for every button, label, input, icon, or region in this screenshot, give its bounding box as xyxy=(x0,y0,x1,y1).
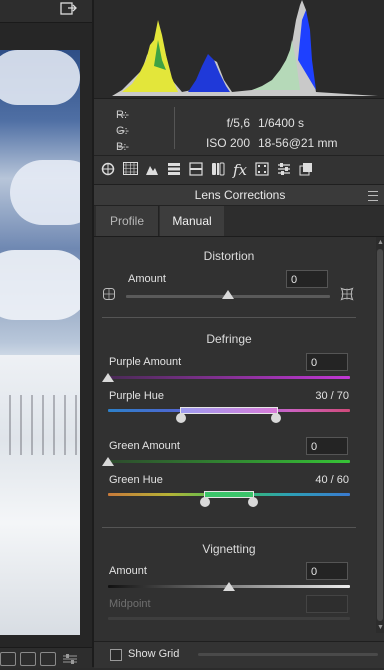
panel-toolbar: fx xyxy=(94,156,384,185)
panel-menu-icon[interactable] xyxy=(368,191,378,201)
green-hue-label: Green Hue xyxy=(109,474,163,486)
green-hue-thumb-left[interactable] xyxy=(200,497,210,507)
purple-amount-input[interactable]: 0 xyxy=(306,353,348,371)
scroll-down-icon[interactable]: ▼ xyxy=(377,624,384,631)
green-hue-thumb-right[interactable] xyxy=(248,497,258,507)
preview-top-bar xyxy=(0,0,92,23)
tone-curve-icon[interactable] xyxy=(122,162,138,178)
green-amount-track[interactable] xyxy=(108,460,350,463)
purple-hue-thumb-left[interactable] xyxy=(176,413,186,423)
camera-raw-panel: R: --- G: --- B: --- f/5,6 1/6400 s ISO 200 1… xyxy=(92,0,384,668)
manual-content: Distortion Amount 0 Defringe Purple Amou… xyxy=(94,237,374,637)
purple-amount-label: Purple Amount xyxy=(109,356,182,368)
aperture: f/5,6 xyxy=(226,116,250,130)
presets-icon[interactable] xyxy=(276,162,292,178)
purple-hue-thumb-right[interactable] xyxy=(271,413,281,423)
midpoint-label: Midpoint xyxy=(109,598,151,610)
shutter-speed: 1/6400 s xyxy=(258,116,305,130)
crop-icon[interactable] xyxy=(0,652,16,666)
show-grid-label: Show Grid xyxy=(128,648,180,660)
tab-bar: Profile Manual xyxy=(94,206,384,237)
purple-hue-range xyxy=(180,407,278,414)
purple-hue-label: Purple Hue xyxy=(109,390,165,402)
panel-scrollbar[interactable]: ▲ ▼ xyxy=(376,237,384,633)
purple-amount-track[interactable] xyxy=(108,376,350,379)
preview-bottom-bar xyxy=(0,647,92,668)
panel-title: Lens Corrections xyxy=(94,185,384,206)
green-hue-value: 40 / 60 xyxy=(315,474,349,486)
swap-icon[interactable] xyxy=(40,652,56,666)
iso: ISO 200 xyxy=(205,136,250,150)
distortion-amount-thumb[interactable] xyxy=(222,290,234,299)
snapshots-icon[interactable] xyxy=(298,162,314,178)
vignetting-title: Vignetting xyxy=(202,542,256,556)
distortion-title: Distortion xyxy=(203,249,255,263)
settings-sliders-icon[interactable] xyxy=(62,652,77,664)
midpoint-track xyxy=(108,617,350,620)
purple-hue-value: 30 / 70 xyxy=(315,390,349,402)
split-toning-icon[interactable] xyxy=(188,162,204,178)
purple-amount-thumb[interactable] xyxy=(102,373,114,382)
scroll-up-icon[interactable]: ▲ xyxy=(377,239,384,246)
hsl-icon[interactable] xyxy=(166,162,182,178)
export-icon[interactable] xyxy=(60,0,80,18)
green-amount-label: Green Amount xyxy=(109,440,180,452)
distortion-amount-label: Amount xyxy=(128,273,166,285)
bottom-bar: Show Grid xyxy=(94,641,384,668)
histogram xyxy=(94,0,384,99)
scroll-thumb[interactable] xyxy=(377,249,383,621)
barrel-distortion-icon xyxy=(102,287,116,301)
detail-icon[interactable] xyxy=(144,162,160,178)
before-after-icon[interactable] xyxy=(20,652,36,666)
camera-info: R: --- G: --- B: --- f/5,6 1/6400 s ISO 200 1… xyxy=(94,99,384,156)
b-label: B: xyxy=(116,141,127,153)
effects-icon[interactable]: fx xyxy=(232,162,248,178)
image-preview-area xyxy=(0,0,92,668)
lens-info: 18-56@21 mm xyxy=(258,136,338,150)
green-amount-input[interactable]: 0 xyxy=(306,437,348,455)
defringe-title: Defringe xyxy=(206,332,252,346)
r-label: R: xyxy=(116,109,127,121)
vignetting-amount-thumb[interactable] xyxy=(223,582,235,591)
panel-title-text: Lens Corrections xyxy=(194,188,286,202)
green-hue-range xyxy=(204,491,254,498)
camera-calibration-icon[interactable] xyxy=(254,162,270,178)
lens-corrections-icon[interactable] xyxy=(210,162,226,178)
basic-icon[interactable] xyxy=(100,162,116,178)
tab-manual[interactable]: Manual xyxy=(160,206,224,236)
distortion-amount-input[interactable]: 0 xyxy=(286,270,328,288)
green-amount-thumb[interactable] xyxy=(102,457,114,466)
photo-preview xyxy=(0,50,80,635)
tab-profile[interactable]: Profile xyxy=(96,206,159,236)
midpoint-input xyxy=(306,595,348,613)
show-grid-checkbox[interactable] xyxy=(110,649,122,661)
grid-size-slider[interactable] xyxy=(198,653,378,656)
g-label: G: xyxy=(116,125,128,137)
pincushion-distortion-icon xyxy=(340,287,354,301)
vignetting-amount-label: Amount xyxy=(109,565,147,577)
vignetting-amount-input[interactable]: 0 xyxy=(306,562,348,580)
